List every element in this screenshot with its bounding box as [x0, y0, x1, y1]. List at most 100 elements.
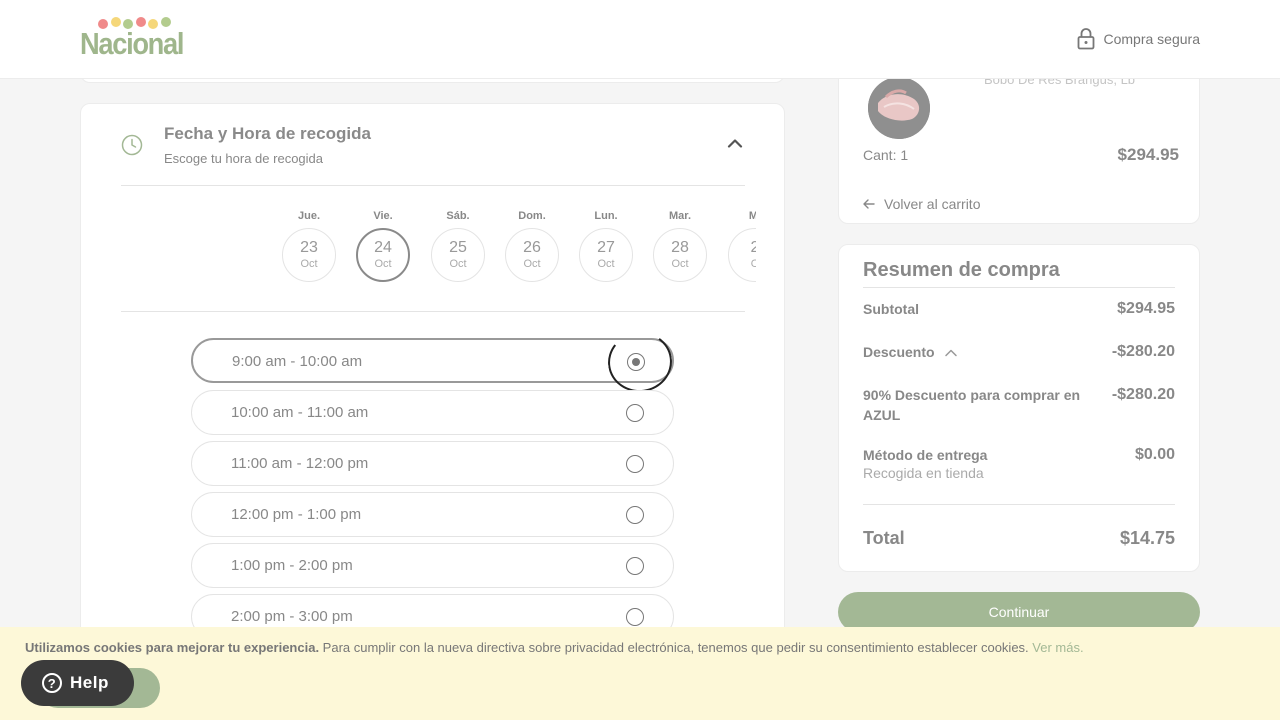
time-slot-radio[interactable] — [626, 404, 644, 422]
cookie-message: Utilizamos cookies para mejorar tu exper… — [25, 640, 1084, 655]
logo-text: Nacional — [80, 26, 184, 61]
time-slot[interactable]: 11:00 am - 12:00 pm — [191, 441, 674, 486]
product-image — [868, 77, 930, 139]
product-price: $294.95 — [1117, 145, 1179, 164]
back-to-cart-link[interactable]: Volver al carrito — [863, 196, 980, 212]
promo-label: 90% Descuento para comprar en AZUL — [863, 385, 1080, 425]
day-number: 28 — [671, 239, 689, 256]
time-slot-label: 1:00 pm - 2:00 pm — [231, 557, 353, 574]
month-label: Oct — [300, 258, 318, 270]
back-to-cart-label: Volver al carrito — [884, 196, 981, 212]
help-label: Help — [70, 673, 109, 692]
time-slot-label: 11:00 am - 12:00 pm — [231, 455, 369, 472]
order-summary: Resumen de compra Subtotal $294.95 Descu… — [838, 244, 1200, 572]
time-slot-radio[interactable] — [626, 608, 644, 626]
help-button[interactable]: ? Help — [21, 660, 134, 706]
delivery-method: Recogida en tienda — [863, 465, 984, 481]
summary-title: Resumen de compra — [863, 259, 1060, 281]
month-label: Oct — [597, 258, 615, 270]
question-icon: ? — [42, 673, 62, 693]
date-circle[interactable]: 26 Oct — [505, 228, 559, 282]
promo-label-line2: AZUL — [863, 407, 901, 423]
discount-value: -$280.20 — [1111, 343, 1175, 360]
total-label: Total — [863, 528, 905, 548]
delivery-label: Método de entrega — [863, 447, 988, 463]
time-slot[interactable]: 1:00 pm - 2:00 pm — [191, 543, 674, 588]
date-circle[interactable]: 28 Oct — [653, 228, 707, 282]
time-slot[interactable]: 12:00 pm - 1:00 pm — [191, 492, 674, 537]
date-circle[interactable]: 27 Oct — [579, 228, 633, 282]
date-selector: Jue. 23 Oct Vie. 24 Oct Sáb. 25 Oct Dom. 26 Oct Lun.… — [201, 208, 756, 308]
time-slot-radio[interactable] — [626, 557, 644, 575]
focus-ring — [604, 327, 676, 397]
divider — [863, 287, 1175, 288]
month-label: O — [750, 258, 756, 270]
chevron-up-icon[interactable] — [727, 138, 743, 148]
time-slot[interactable]: 10:00 am - 11:00 am — [191, 390, 674, 435]
arrow-left-icon — [863, 199, 875, 209]
date-option[interactable]: Vie. 24 Oct — [356, 208, 410, 282]
time-slot-radio[interactable] — [626, 455, 644, 473]
chevron-up-icon[interactable] — [944, 348, 958, 357]
site-header: Nacional Compra segura — [0, 0, 1280, 79]
cookie-bold-text: Utilizamos cookies para mejorar tu exper… — [25, 640, 320, 655]
weekday-label: Jue. — [297, 210, 320, 222]
date-circle[interactable]: 24 Oct — [356, 228, 410, 282]
product-quantity: Cant: 1 — [863, 147, 909, 163]
time-slot-label: 10:00 am - 11:00 am — [231, 404, 369, 421]
lock-icon — [1077, 28, 1094, 50]
weekday-label: Mi — [748, 210, 756, 222]
time-slot-label: 9:00 am - 10:00 am — [232, 353, 363, 370]
weekday-label: Sáb. — [446, 210, 470, 222]
delivery-value: $0.00 — [1134, 446, 1175, 463]
discount-label: Descuento — [863, 342, 958, 362]
discount-label-text: Descuento — [863, 344, 935, 360]
month-label: Oct — [374, 258, 392, 270]
day-number: 24 — [374, 239, 392, 256]
month-label: Oct — [523, 258, 541, 270]
promo-value: -$280.20 — [1111, 386, 1175, 403]
continue-button[interactable]: Continuar — [838, 592, 1200, 632]
weekday-label: Lun. — [594, 210, 618, 222]
cookie-more-link[interactable]: Ver más. — [1032, 640, 1083, 655]
cookie-banner: Utilizamos cookies para mejorar tu exper… — [0, 627, 1280, 720]
date-option[interactable]: Dom. 26 Oct — [505, 208, 559, 282]
date-option[interactable]: Sáb. 25 Oct — [431, 208, 485, 282]
promo-label-line1: 90% Descuento para comprar en — [863, 387, 1081, 403]
month-label: Oct — [449, 258, 467, 270]
weekday-label: Mar. — [668, 210, 691, 222]
day-number: 23 — [300, 239, 318, 256]
cookie-body-text: Para cumplir con la nueva directiva sobr… — [319, 640, 1033, 655]
date-circle[interactable]: 2O — [728, 228, 756, 282]
date-option[interactable]: Jue. 23 Oct — [282, 208, 336, 282]
secure-label: Compra segura — [1103, 31, 1201, 47]
time-slot[interactable]: 9:00 am - 10:00 am — [191, 327, 676, 397]
nacional-logo[interactable]: Nacional — [80, 17, 184, 62]
time-slot-radio[interactable] — [626, 506, 644, 524]
secure-purchase: Compra segura — [1077, 28, 1201, 50]
total-value: $14.75 — [1119, 528, 1175, 548]
day-number: 25 — [449, 239, 467, 256]
time-slot-label: 12:00 pm - 1:00 pm — [231, 506, 362, 523]
weekday-label: Vie. — [373, 210, 393, 222]
cart-product-card: Bobo De Res Brangus, Lb Cant: 1 $294.95 … — [838, 60, 1200, 224]
date-circle[interactable]: 25 Oct — [431, 228, 485, 282]
subtotal-value: $294.95 — [1117, 300, 1175, 317]
clock-icon — [121, 134, 143, 156]
date-option[interactable]: Lun. 27 Oct — [579, 208, 633, 282]
date-option[interactable]: Mi2O — [728, 208, 756, 282]
day-number: 2 — [750, 239, 756, 256]
pickup-subtitle: Escoge tu hora de recogida — [164, 151, 323, 166]
time-slot-label: 2:00 pm - 3:00 pm — [231, 608, 353, 625]
month-label: Oct — [671, 258, 689, 270]
divider — [121, 311, 745, 312]
subtotal-label: Subtotal — [863, 301, 919, 317]
pickup-header[interactable]: Fecha y Hora de recogida Escoge tu hora … — [121, 122, 745, 186]
date-circle[interactable]: 23 Oct — [282, 228, 336, 282]
weekday-label: Dom. — [518, 210, 546, 222]
day-number: 27 — [597, 239, 615, 256]
divider — [863, 504, 1175, 505]
pickup-title: Fecha y Hora de recogida — [164, 124, 371, 143]
date-option[interactable]: Mar. 28 Oct — [653, 208, 707, 282]
day-number: 26 — [523, 239, 541, 256]
